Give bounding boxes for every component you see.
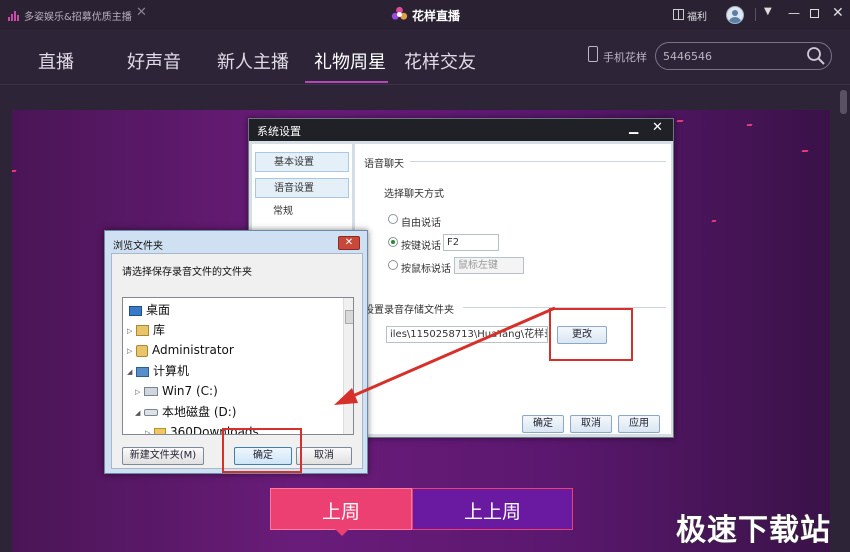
close-icon[interactable]: ✕ <box>832 5 844 21</box>
tab-close-icon[interactable]: ✕ <box>136 5 147 20</box>
settings-titlebar: 系统设置 ▁ ✕ <box>249 119 673 141</box>
browse-dialog-title: 浏览文件夹 <box>113 241 163 252</box>
expand-icon[interactable]: ▷ <box>127 321 136 341</box>
annotation-arrow <box>334 306 556 405</box>
decoration <box>676 120 684 122</box>
option-mouse-talk: 按鼠标说话 <box>401 264 451 275</box>
hotkey-field[interactable]: F2 <box>443 234 499 251</box>
collapse-icon[interactable]: ◢ <box>135 403 144 423</box>
nav-item-gift-weekly-star[interactable]: 礼物周星 <box>314 48 386 74</box>
ok-button-highlight <box>222 428 302 473</box>
maximize-icon[interactable] <box>810 9 819 18</box>
option-push-to-talk: 按键说话 <box>401 241 441 252</box>
phone-icon[interactable] <box>588 46 598 62</box>
nav-item-new-anchors[interactable]: 新人主播 <box>217 48 289 74</box>
minimize-icon[interactable]: — <box>788 6 800 20</box>
section-voice-chat: 语音聊天 <box>364 159 404 170</box>
nav-item-dating[interactable]: 花样交友 <box>404 48 476 74</box>
active-tab-pointer <box>335 529 349 536</box>
tree-item-desktop[interactable]: 桌面 <box>129 300 170 320</box>
tree-item-label: 计算机 <box>153 364 190 378</box>
divider <box>410 161 666 162</box>
settings-minimize-icon[interactable]: ▁ <box>629 120 638 134</box>
brand-logo-icon <box>391 6 408 20</box>
tree-item-label: 本地磁盘 (D:) <box>162 405 237 419</box>
active-tab-underline <box>305 81 388 83</box>
folder-icon <box>154 427 166 434</box>
settings-apply-button[interactable]: 应用 <box>618 415 660 433</box>
divider <box>755 8 756 21</box>
computer-icon <box>136 366 149 377</box>
tab-week-before-last-label: 上上周 <box>463 501 521 523</box>
radio-push-to-talk[interactable] <box>388 237 398 247</box>
menu-down-icon[interactable]: ▼ <box>764 6 772 17</box>
tree-item-administrator[interactable]: ▷ Administrator <box>127 340 234 360</box>
browse-cancel-button[interactable]: 取消 <box>296 447 352 465</box>
tree-item-computer[interactable]: ◢ 计算机 <box>127 361 189 381</box>
tree-item-library[interactable]: ▷ 库 <box>127 320 165 340</box>
main-nav: 直播 好声音 新人主播 礼物周星 花样交友 手机花样 <box>0 30 850 85</box>
expand-icon[interactable]: ▷ <box>145 423 154 435</box>
expand-icon[interactable]: ▷ <box>127 341 136 361</box>
library-icon <box>136 325 149 336</box>
settings-ok-button[interactable]: 确定 <box>522 415 564 433</box>
tree-item-label: 桌面 <box>146 303 171 317</box>
drive-icon <box>144 409 158 416</box>
tree-item-label: 库 <box>153 323 166 337</box>
tree-item-label: Win7 (C:) <box>162 384 218 398</box>
brand-name: 花样直播 <box>412 9 461 23</box>
choose-mode-label: 选择聊天方式 <box>384 189 444 200</box>
search-input[interactable] <box>663 45 793 67</box>
nav-item-good-voice[interactable]: 好声音 <box>127 48 181 74</box>
browse-close-icon[interactable]: ✕ <box>338 236 360 250</box>
sidebar-item-general[interactable]: 常规 <box>255 202 349 222</box>
option-free-talk: 自由说话 <box>401 218 441 229</box>
welfare-link[interactable]: 福利 <box>687 8 707 23</box>
decoration <box>711 220 717 222</box>
decoration <box>801 150 809 152</box>
tree-item-drive-d[interactable]: ◢ 本地磁盘 (D:) <box>135 402 236 422</box>
change-button-highlight <box>549 308 633 361</box>
settings-cancel-button[interactable]: 取消 <box>570 415 612 433</box>
tree-item-drive-c[interactable]: ▷ Win7 (C:) <box>135 381 218 401</box>
collapse-icon[interactable]: ◢ <box>127 362 136 382</box>
nav-item-live[interactable]: 直播 <box>38 48 74 74</box>
folder-tree: 桌面 ▷ 库 ▷ Administrator ◢ 计算机 ▷ Win7 (C:) ◢ 本地… <box>122 297 354 435</box>
decoration <box>746 124 753 126</box>
scrollbar-thumb[interactable] <box>840 90 847 114</box>
gift-icon[interactable] <box>673 9 684 20</box>
tree-item-label: Administrator <box>152 343 234 357</box>
mobile-app-link[interactable]: 手机花样 <box>603 49 647 65</box>
tab-title[interactable]: 多姿娱乐&招募优质主播 <box>24 8 132 23</box>
settings-title: 系统设置 <box>257 125 301 138</box>
tab-last-week-label: 上周 <box>321 501 360 523</box>
radio-free-talk[interactable] <box>388 214 398 224</box>
drive-icon <box>144 387 158 396</box>
title-bar: 多姿娱乐&招募优质主播 ✕ 花样直播 福利 ▼ — ✕ <box>0 0 850 30</box>
settings-close-icon[interactable]: ✕ <box>652 120 663 135</box>
app-tab-icon <box>8 11 20 21</box>
browse-prompt: 请选择保存录音文件的文件夹 <box>122 267 252 278</box>
right-gutter <box>830 85 850 552</box>
sidebar-item-voice[interactable]: 语音设置 <box>255 178 349 198</box>
new-folder-button[interactable]: 新建文件夹(M) <box>122 447 204 465</box>
decoration <box>12 170 17 172</box>
radio-mouse-talk[interactable] <box>388 260 398 270</box>
expand-icon[interactable]: ▷ <box>135 382 144 402</box>
sidebar-item-basic[interactable]: 基本设置 <box>255 152 349 172</box>
site-watermark: 极速下载站 <box>676 513 831 548</box>
search-icon[interactable] <box>806 46 826 66</box>
desktop-icon <box>129 305 142 316</box>
user-folder-icon <box>136 344 148 357</box>
avatar-icon[interactable] <box>726 6 744 24</box>
mouse-button-field: 鼠标左键 <box>454 257 524 274</box>
